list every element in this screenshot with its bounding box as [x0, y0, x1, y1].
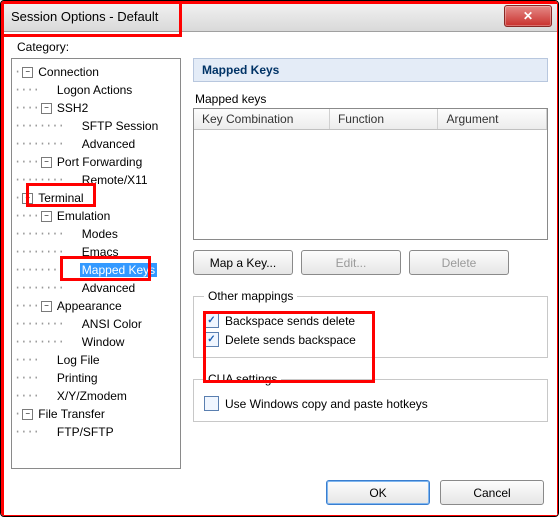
tree-node-sftp-session[interactable]: ········ SFTP Session [14, 117, 178, 135]
cua-settings-legend: CUA settings [204, 372, 281, 386]
tree-label: Advanced [80, 281, 137, 295]
collapse-icon[interactable]: − [41, 157, 52, 168]
tree-label: Remote/X11 [80, 173, 150, 187]
collapse-icon[interactable]: − [22, 67, 33, 78]
checkbox-backspace-sends-delete[interactable] [204, 313, 219, 328]
dialog-body: Category: · − Connection ···· Logon Acti… [1, 32, 558, 517]
checkbox-delete-sends-backspace[interactable] [204, 332, 219, 347]
mapped-keys-table[interactable]: Key Combination Function Argument [193, 108, 548, 240]
tree-node-terminal[interactable]: · − Terminal [14, 189, 178, 207]
other-mappings-legend: Other mappings [204, 289, 297, 303]
checkbox-use-windows-hotkeys[interactable] [204, 396, 219, 411]
tree-node-port-forwarding[interactable]: ···· − Port Forwarding [14, 153, 178, 171]
tree-label: Appearance [55, 299, 124, 313]
tree-node-ftp-sftp[interactable]: ···· FTP/SFTP [14, 423, 178, 441]
tree-label: Modes [80, 227, 120, 241]
tree-label-connection: Connection [36, 65, 101, 79]
cua-settings-group: CUA settings Use Windows copy and paste … [193, 372, 548, 422]
settings-panel: Mapped Keys Mapped keys Key Combination … [193, 58, 548, 469]
tree-node-remote-x11[interactable]: ········ Remote/X11 [14, 171, 178, 189]
ok-button[interactable]: OK [326, 480, 430, 505]
col-key-combination[interactable]: Key Combination [194, 109, 330, 129]
tree-label: Emacs [80, 245, 121, 259]
close-button[interactable]: ✕ [504, 5, 552, 27]
tree-label: Advanced [80, 137, 137, 151]
use-windows-hotkeys-row[interactable]: Use Windows copy and paste hotkeys [204, 396, 537, 411]
tree-label: File Transfer [36, 407, 107, 421]
mapped-keys-buttons: Map a Key... Edit... Delete [193, 250, 548, 275]
tree-label: X/Y/Zmodem [55, 389, 129, 403]
tree-node-ansi-color[interactable]: ········ ANSI Color [14, 315, 178, 333]
tree-node-emacs[interactable]: ········ Emacs [14, 243, 178, 261]
tree-label: Window [80, 335, 127, 349]
close-icon: ✕ [523, 9, 533, 23]
col-function[interactable]: Function [330, 109, 439, 129]
tree-node-file-transfer[interactable]: · − File Transfer [14, 405, 178, 423]
collapse-icon[interactable]: − [41, 211, 52, 222]
dialog-buttons: OK Cancel [326, 480, 544, 505]
tree-node-log-file[interactable]: ···· Log File [14, 351, 178, 369]
checkbox-label: Delete sends backspace [225, 333, 356, 347]
other-mappings-group: Other mappings Backspace sends delete De… [193, 289, 548, 358]
cancel-button[interactable]: Cancel [440, 480, 544, 505]
tree-node-mapped-keys[interactable]: ········ Mapped Keys [14, 261, 178, 279]
table-body-empty [194, 130, 547, 239]
tree-label: SFTP Session [80, 119, 160, 133]
category-tree[interactable]: · − Connection ···· Logon Actions ···· −… [11, 58, 181, 469]
tree-label: Log File [55, 353, 102, 367]
tree-node-emu-advanced[interactable]: ········ Advanced [14, 279, 178, 297]
delete-button[interactable]: Delete [409, 250, 509, 275]
tree-node-ssh2[interactable]: ···· − SSH2 [14, 99, 178, 117]
window-title: Session Options - Default [11, 9, 158, 24]
tree-label: Emulation [55, 209, 112, 223]
map-a-key-button[interactable]: Map a Key... [193, 250, 293, 275]
backspace-sends-delete-row[interactable]: Backspace sends delete [204, 313, 537, 328]
tree-node-window[interactable]: ········ Window [14, 333, 178, 351]
edit-button[interactable]: Edit... [301, 250, 401, 275]
content-area: · − Connection ···· Logon Actions ···· −… [11, 58, 548, 469]
tree-node-ssh2-advanced[interactable]: ········ Advanced [14, 135, 178, 153]
dialog-window: Session Options - Default ✕ Category: · … [0, 0, 559, 517]
tree-node-connection[interactable]: · − Connection [14, 63, 178, 81]
mapped-keys-label: Mapped keys [195, 92, 548, 106]
tree-node-printing[interactable]: ···· Printing [14, 369, 178, 387]
tree-node-logon-actions[interactable]: ···· Logon Actions [14, 81, 178, 99]
collapse-icon[interactable]: − [41, 301, 52, 312]
tree-label-terminal: Terminal [36, 191, 85, 205]
tree-label-mapped-keys: Mapped Keys [80, 263, 157, 277]
col-argument[interactable]: Argument [438, 109, 547, 129]
tree-node-xyzmodem[interactable]: ···· X/Y/Zmodem [14, 387, 178, 405]
tree-label: Port Forwarding [55, 155, 144, 169]
checkbox-label: Backspace sends delete [225, 314, 355, 328]
tree-label: Printing [55, 371, 100, 385]
tree-line: · [14, 65, 20, 79]
tree-node-appearance[interactable]: ···· − Appearance [14, 297, 178, 315]
titlebar: Session Options - Default ✕ [1, 1, 558, 32]
tree-label: SSH2 [55, 101, 90, 115]
tree-node-emulation[interactable]: ···· − Emulation [14, 207, 178, 225]
table-header: Key Combination Function Argument [194, 109, 547, 130]
tree-node-modes[interactable]: ········ Modes [14, 225, 178, 243]
panel-header: Mapped Keys [193, 58, 548, 82]
tree-label: ANSI Color [80, 317, 144, 331]
collapse-icon[interactable]: − [22, 193, 33, 204]
checkbox-label: Use Windows copy and paste hotkeys [225, 397, 428, 411]
delete-sends-backspace-row[interactable]: Delete sends backspace [204, 332, 537, 347]
tree-label: FTP/SFTP [55, 425, 116, 439]
collapse-icon[interactable]: − [22, 409, 33, 420]
tree-label: Logon Actions [55, 83, 134, 97]
category-label: Category: [17, 40, 548, 54]
collapse-icon[interactable]: − [41, 103, 52, 114]
